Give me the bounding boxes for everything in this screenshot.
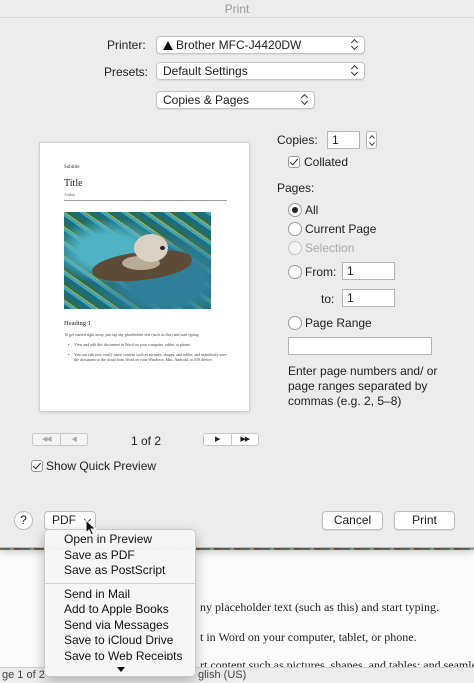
page-indicator: 1 of 2 xyxy=(131,434,162,448)
presets-label: Presets: xyxy=(104,65,149,79)
background-text-line-1: ny placeholder text (such as this) and s… xyxy=(200,600,439,614)
status-language: glish (US) xyxy=(198,669,247,681)
menu-item-open-in-preview[interactable]: Open in Preview xyxy=(45,532,195,548)
preview-bullet-2: You can edit text; easily insert content… xyxy=(68,352,228,362)
updown-chevron-icon xyxy=(349,64,361,78)
last-page-button[interactable]: ▶▶ xyxy=(230,434,259,445)
prev-page-button[interactable]: ◀ xyxy=(59,434,88,445)
print-button[interactable]: Print xyxy=(394,511,455,530)
pager-forward-buttons[interactable]: ▶ ▶▶ xyxy=(203,433,259,446)
copies-label: Copies: xyxy=(277,133,318,147)
preview-bullet-1: View and edit this document in Word on y… xyxy=(68,342,228,347)
pages-current-radio[interactable] xyxy=(288,222,302,236)
pages-range-radio[interactable] xyxy=(288,316,302,330)
updown-chevron-icon xyxy=(299,93,311,107)
cancel-button[interactable]: Cancel xyxy=(322,511,383,530)
menu-item-save-as-postscript[interactable]: Save as PostScript xyxy=(45,563,195,579)
section-value: Copies & Pages xyxy=(163,93,250,107)
pdf-button-label: PDF xyxy=(52,513,76,527)
menu-item-send-in-mail[interactable]: Send in Mail xyxy=(45,587,195,603)
pages-from-label: From: xyxy=(305,265,337,279)
pages-range-field[interactable] xyxy=(288,337,432,355)
collated-checkbox[interactable] xyxy=(288,156,300,168)
updown-chevron-icon xyxy=(349,38,361,52)
print-preview-page: Subtitle Title Author Heading 1 To get s… xyxy=(40,143,249,411)
help-button[interactable]: ? xyxy=(14,511,33,530)
pages-all-label: All xyxy=(305,203,319,217)
chevron-down-icon[interactable] xyxy=(117,667,125,672)
copies-field[interactable]: 1 xyxy=(327,131,360,149)
copies-stepper[interactable] xyxy=(366,131,377,149)
dialog-title: Print xyxy=(0,0,474,18)
otter-head-shape xyxy=(134,234,168,262)
pages-all-radio[interactable] xyxy=(288,203,302,217)
menu-item-save-to-icloud-drive[interactable]: Save to iCloud Drive xyxy=(45,633,195,649)
warning-triangle-icon xyxy=(163,41,173,50)
printer-label: Printer: xyxy=(107,38,146,52)
pdf-dropdown-menu: Open in Preview Save as PDF Save as Post… xyxy=(44,529,196,677)
pages-from-radio[interactable] xyxy=(288,265,302,279)
menu-item-send-via-messages[interactable]: Send via Messages xyxy=(45,618,195,634)
menu-item-save-to-web-receipts[interactable]: Save to Web Receipts xyxy=(45,649,195,660)
pages-selection-radio xyxy=(288,241,302,255)
printer-popup[interactable]: Brother MFC-J4420DW xyxy=(156,36,365,54)
preview-subtitle: Subtitle xyxy=(64,165,80,170)
menu-item-add-to-apple-books[interactable]: Add to Apple Books xyxy=(45,602,195,618)
menu-item-save-as-pdf[interactable]: Save as PDF xyxy=(45,548,195,564)
pages-label: Pages: xyxy=(277,181,315,195)
preview-heading: Heading 1 xyxy=(64,320,91,327)
pages-to-label: to: xyxy=(321,292,335,306)
printer-value: Brother MFC-J4420DW xyxy=(176,38,302,52)
pages-range-hint: Enter page numbers and/ or page ranges s… xyxy=(288,364,438,408)
print-dialog: Print Printer: Brother MFC-J4420DW Prese… xyxy=(0,0,474,548)
collated-label: Collated xyxy=(304,155,349,169)
preview-image xyxy=(64,212,211,309)
show-preview-label: Show Quick Preview xyxy=(46,459,157,473)
preview-author: Author xyxy=(64,192,76,197)
first-page-button[interactable]: ◀◀ xyxy=(33,434,60,445)
pages-current-label: Current Page xyxy=(305,222,377,236)
preview-divider xyxy=(64,200,227,201)
status-page-count: ge 1 of 2 xyxy=(2,669,45,681)
pager-back-buttons[interactable]: ◀◀ ◀ xyxy=(32,433,88,446)
next-page-button[interactable]: ▶ xyxy=(204,434,231,445)
show-preview-checkbox[interactable] xyxy=(31,460,43,472)
preview-intro-text: To get started right away, just tap any … xyxy=(64,332,200,337)
background-text-line-2: t in Word on your computer, tablet, or p… xyxy=(200,630,417,644)
pages-from-field[interactable]: 1 xyxy=(342,262,395,280)
pages-selection-label: Selection xyxy=(305,241,355,255)
pages-to-field[interactable]: 1 xyxy=(342,289,395,307)
presets-value: Default Settings xyxy=(163,64,248,78)
preview-title: Title xyxy=(64,178,83,189)
section-popup[interactable]: Copies & Pages xyxy=(156,91,315,109)
menu-separator xyxy=(45,582,195,584)
pages-range-label: Page Range xyxy=(305,316,372,330)
presets-popup[interactable]: Default Settings xyxy=(156,62,365,80)
